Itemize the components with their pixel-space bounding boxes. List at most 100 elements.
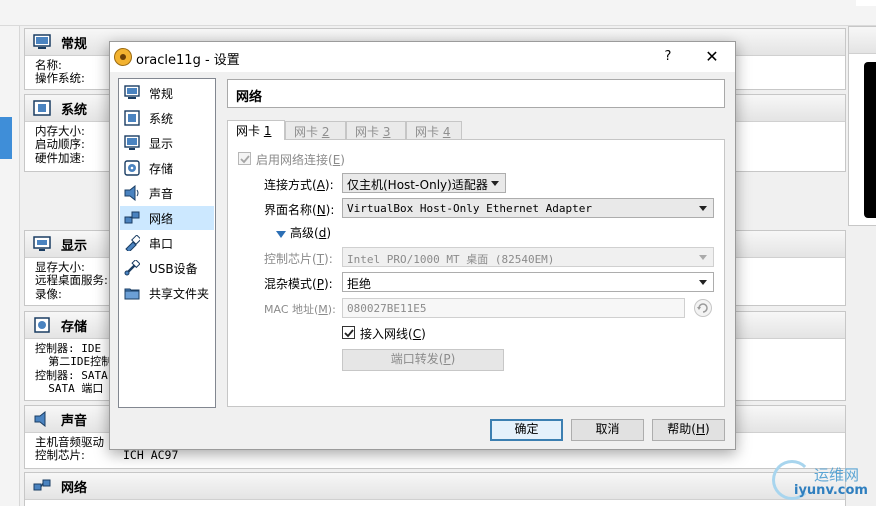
adapter-name-select[interactable]: VirtualBox Host-Only Ethernet Adapter [342,198,714,218]
nav-item-label: 串口 [149,236,174,251]
ok-button[interactable]: 确定 [490,419,563,441]
cable-connected-label: 接入网线(C) [360,327,426,341]
dialog-titlebar[interactable]: oracle11g - 设置 ? ✕ [110,42,735,72]
details-network-header[interactable]: 网络 [25,473,845,500]
nav-item-network[interactable]: 网络 [120,206,214,230]
vm-list-panel [0,26,20,506]
details-storage-title: 存储 [61,319,88,335]
details-key: 控制芯片: [35,448,85,463]
chevron-down-icon [699,280,707,285]
nav-item-shared-folders[interactable]: 共享文件夹 [120,281,214,305]
tab-number: 2 [321,125,330,139]
main-window-corner [856,0,876,6]
tab-number: 1 [263,124,272,138]
check-icon [240,155,250,164]
enable-adapter-checkbox[interactable] [238,152,251,165]
check-icon [344,329,354,338]
enable-adapter-label: 启用网络连接(E) [256,153,345,167]
mac-address-label: MAC 地址(M): [264,303,336,316]
storage-icon [124,160,140,176]
cancel-button[interactable]: 取消 [571,419,644,441]
details-system-title: 系统 [61,102,88,118]
storage-icon [33,317,51,333]
nav-item-label: 系统 [149,111,174,126]
promiscuous-value: 拒绝 [347,277,372,291]
page-title: 网络 [227,79,725,108]
tab-adapter-4[interactable]: 网卡 4 [406,121,462,139]
nav-item-audio[interactable]: 声音 [120,181,214,205]
nav-item-label: USB设备 [149,261,198,276]
nav-item-general[interactable]: 常规 [120,81,214,105]
expand-triangle-icon[interactable] [276,228,286,242]
chevron-down-icon [491,181,499,186]
chevron-down-icon [699,255,707,260]
adapter-name-label: 界面名称(N): [264,203,335,217]
details-display-title: 显示 [61,238,88,254]
details-audio-title: 声音 [61,413,88,429]
tab-label: 网卡 [415,125,443,139]
nav-item-serial-port[interactable]: 串口 [120,231,214,255]
details-general-title: 常规 [61,36,88,52]
promiscuous-label: 混杂模式(P): [264,277,333,291]
tab-label: 网卡 [236,124,264,138]
details-network-section[interactable]: 网络 [24,472,846,506]
mac-address-input[interactable]: 080027BE11E5 [342,298,685,318]
vm-list-selected-item[interactable] [0,117,12,159]
attached-to-label: 连接方式(A): [264,178,334,192]
adapter-type-select[interactable]: Intel PRO/1000 MT 桌面 (82540EM) [342,247,714,267]
details-row: 控制芯片: ICH AC97 [35,448,835,463]
nav-item-system[interactable]: 系统 [120,106,214,130]
details-key: 操作系统: [35,71,85,86]
help-button[interactable]: 帮助(H) [652,419,725,441]
promiscuous-select[interactable]: 拒绝 [342,272,714,292]
adapter-name-value: VirtualBox Host-Only Ethernet Adapter [347,202,593,215]
display-icon [124,135,140,151]
serial-port-icon [124,234,142,253]
close-button[interactable]: ✕ [700,46,724,68]
tab-adapter-2[interactable]: 网卡 2 [285,121,346,139]
adapter-type-value: Intel PRO/1000 MT 桌面 (82540EM) [347,253,555,266]
system-icon [124,110,140,126]
watermark-url: iyunv.com [794,483,868,498]
network-icon [33,478,51,494]
port-forwarding-button[interactable]: 端口转发(P) [342,349,504,371]
nav-item-usb[interactable]: USB设备 [120,256,214,280]
details-key: 主机音频驱动 [35,435,104,449]
tab-number: 3 [382,125,391,139]
settings-nav: 常规 系统 显示 存储 声音 网络 串口 USB设备 共享文件夹 [118,78,216,408]
general-icon [33,34,51,50]
details-key: 名称: [35,58,62,72]
system-icon [33,100,51,116]
cable-connected-checkbox[interactable] [342,326,355,339]
preview-header[interactable] [849,27,876,54]
settings-dialog: oracle11g - 设置 ? ✕ 常规 系统 显示 存储 声音 网络 串口 … [109,41,736,450]
nav-item-label: 声音 [149,186,174,201]
details-key: 硬件加速: [35,150,85,165]
tab-adapter-1[interactable]: 网卡 1 [227,120,285,140]
tab-label: 网卡 [355,125,383,139]
audio-icon [124,184,140,202]
nav-item-label: 网络 [149,211,174,226]
tab-adapter-3[interactable]: 网卡 3 [346,121,406,139]
adapter-panel: 启用网络连接(E) 连接方式(A): 仅主机(Host-Only)适配器 界面名… [227,139,725,407]
attached-to-select[interactable]: 仅主机(Host-Only)适配器 [342,173,506,193]
watermark-cn: 运维网 [814,466,860,484]
nav-item-label: 显示 [149,136,174,151]
nav-item-display[interactable]: 显示 [120,131,214,155]
virtualbox-app-icon [114,48,132,66]
chevron-down-icon [699,206,707,211]
usb-icon [124,258,141,276]
details-network-title: 网络 [61,480,88,496]
advanced-toggle[interactable]: 高级(d) [290,224,331,241]
help-title-button[interactable]: ? [659,46,677,68]
shared-folder-icon [124,285,140,301]
nav-item-storage[interactable]: 存储 [120,156,214,180]
attached-to-value: 仅主机(Host-Only)适配器 [347,178,488,192]
refresh-mac-icon[interactable] [694,299,712,317]
nav-item-label: 共享文件夹 [149,286,210,301]
general-icon [124,85,140,101]
adapter-type-label: 控制芯片(T): [264,252,333,266]
network-icon [124,210,140,226]
tab-label: 网卡 [294,125,322,139]
details-value: ICH AC97 [123,448,179,463]
